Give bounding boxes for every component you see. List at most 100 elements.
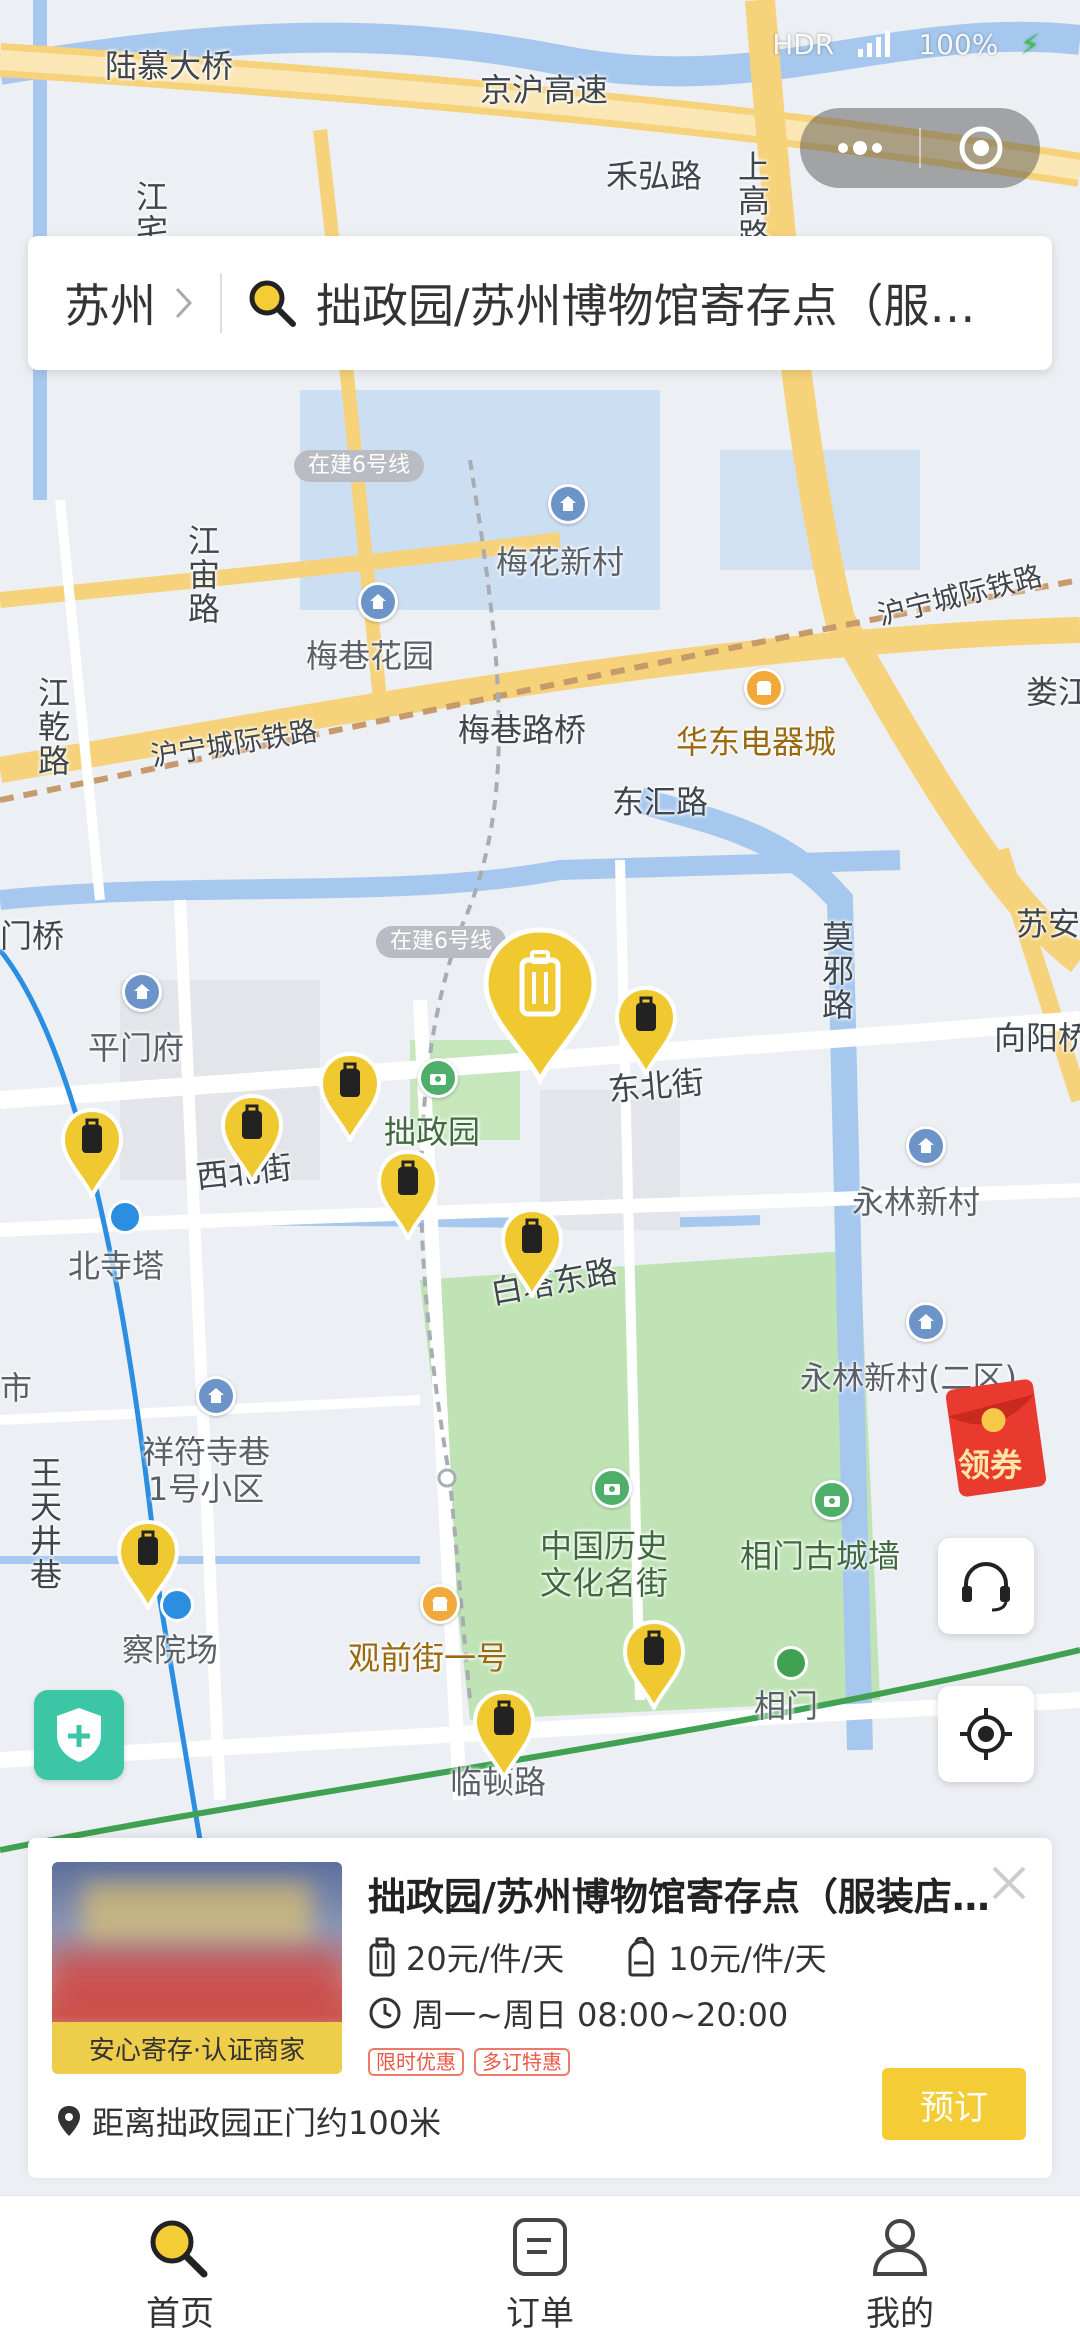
order-icon (513, 2218, 567, 2276)
distance-info: 距离拙政园正门约100米 (56, 2098, 441, 2144)
certified-badge: 安心寄存·认证商家 (52, 2022, 342, 2074)
location-pin-icon (58, 2106, 80, 2136)
chevron-right-icon (175, 287, 193, 319)
map-label: 苏安 (1016, 905, 1080, 943)
promo-tag: 多订特惠 (474, 2048, 570, 2076)
bag-price-text: 10元/件/天 (668, 1940, 827, 1978)
promo-tag: 限时优惠 (368, 2048, 464, 2076)
map-label: 陆慕大桥 (105, 47, 234, 85)
coupon-button[interactable]: 领券 (944, 1370, 1054, 1500)
close-miniprogram-button[interactable] (921, 108, 1040, 188)
map-label: 向阳桥 (994, 1019, 1080, 1057)
map-label: 梅巷花园 (306, 637, 435, 675)
search-icon (150, 2220, 208, 2278)
luggage-pin-icon[interactable] (472, 1690, 536, 1780)
search-bar: 苏州 拙政园/苏州博物馆寄存点（服装店内） (28, 236, 1052, 370)
shop-poi-icon[interactable] (420, 1584, 460, 1624)
metro-station-icon[interactable] (774, 1646, 808, 1680)
map-label: 祥符寺巷 1号小区 (142, 1433, 271, 1508)
map-label: 平门府 (88, 1029, 185, 1067)
business-hours-text: 周一~周日 08:00~20:00 (412, 1996, 789, 2034)
luggage-pin-icon[interactable] (60, 1108, 124, 1198)
tab-orders[interactable]: 订单 (360, 2196, 720, 2340)
scenic-poi-icon[interactable] (418, 1058, 458, 1098)
signal-icon (858, 30, 891, 57)
miniprogram-capsule (800, 108, 1040, 188)
map-label: 梅巷路桥 (458, 711, 587, 749)
luggage-price-text: 20元/件/天 (406, 1940, 565, 1978)
map-label: 禾弘路 (606, 157, 703, 195)
coupon-label: 领券 (958, 1446, 1023, 1484)
customer-service-button[interactable] (938, 1538, 1034, 1634)
tab-orders-label: 订单 (506, 2294, 574, 2334)
scenic-poi-icon[interactable] (592, 1468, 632, 1508)
city-selector[interactable]: 苏州 (28, 270, 194, 336)
close-icon[interactable] (984, 1858, 1034, 1908)
map-label: 娄江 (1026, 673, 1080, 711)
map-label: 东汇路 (612, 783, 709, 821)
residential-poi-icon[interactable] (358, 582, 398, 622)
storage-point-card[interactable]: 安心寄存·认证商家 拙政园/苏州博物馆寄存点（服装店内） 20元/件/天 10元… (28, 1838, 1052, 2178)
backpack-icon (628, 1937, 654, 1977)
suitcase-icon (369, 1937, 395, 1977)
residential-poi-icon[interactable] (548, 484, 588, 524)
storage-point-title: 拙政园/苏州博物馆寄存点（服装店内） (368, 1875, 1008, 1919)
tab-profile[interactable]: 我的 (720, 2196, 1080, 2340)
luggage-pin-icon[interactable] (500, 1208, 564, 1298)
more-dots-icon (837, 141, 882, 155)
shield-plus-icon (57, 1708, 101, 1762)
luggage-pin-icon[interactable] (116, 1520, 180, 1610)
status-bar: HDR 100% ⚡ (772, 28, 1040, 61)
map-label: 江宙路 (183, 524, 221, 626)
hdr-indicator: HDR (772, 28, 835, 61)
luggage-pin-icon[interactable] (318, 1052, 382, 1142)
map-label: 市 (0, 1369, 33, 1407)
luggage-pin-icon[interactable] (622, 1620, 686, 1710)
metro-station-icon[interactable] (108, 1200, 142, 1234)
city-name: 苏州 (64, 279, 156, 333)
luggage-price: 20元/件/天 (368, 1934, 564, 1980)
bag-price: 10元/件/天 (624, 1934, 827, 1980)
luggage-pin-icon[interactable] (614, 986, 678, 1076)
locate-button[interactable] (938, 1686, 1034, 1782)
price-row: 20元/件/天 10元/件/天 (368, 1934, 827, 1980)
promo-tags: 限时优惠 多订特惠 (368, 2048, 570, 2076)
map-chip-line6: 在建6号线 (294, 450, 424, 482)
target-circle-icon (959, 126, 1002, 170)
residential-poi-icon[interactable] (196, 1376, 236, 1416)
bottom-tab-bar: 首页 订单 我的 (0, 2195, 1080, 2340)
luggage-pin-icon[interactable] (220, 1094, 284, 1184)
clock-icon (369, 1997, 401, 2029)
user-icon (872, 2219, 928, 2276)
charging-icon: ⚡ (1020, 28, 1040, 61)
map-label: 华东电器城 (676, 723, 837, 761)
map-label: 相门古城墙 (740, 1537, 901, 1575)
more-button[interactable] (800, 108, 919, 188)
tab-home-label: 首页 (146, 2294, 214, 2334)
shop-poi-icon[interactable] (744, 668, 784, 708)
map-label: 察院场 (122, 1631, 219, 1669)
residential-poi-icon[interactable] (122, 972, 162, 1012)
distance-text: 距离拙政园正门约100米 (92, 2104, 442, 2142)
scenic-poi-icon[interactable] (812, 1480, 852, 1520)
map-label: 京沪高速 (480, 71, 609, 109)
book-button[interactable]: 预订 (882, 2068, 1026, 2140)
headset-icon (962, 1562, 1010, 1612)
map-label: 拙政园 (384, 1113, 481, 1151)
map-label: 江乾路 (33, 676, 71, 778)
luggage-pin-icon[interactable] (376, 1150, 440, 1240)
luggage-pin-selected-icon[interactable] (480, 926, 600, 1086)
map-label: 观前街一号 (348, 1639, 509, 1677)
map-label: 门桥 (0, 917, 65, 955)
business-hours: 周一~周日 08:00~20:00 (368, 1990, 788, 2036)
tab-home[interactable]: 首页 (0, 2196, 360, 2340)
residential-poi-icon[interactable] (906, 1126, 946, 1166)
battery-level: 100% (918, 28, 999, 61)
map-label: 中国历史 文化名街 (540, 1527, 669, 1602)
search-input[interactable]: 拙政园/苏州博物馆寄存点（服装店内） (316, 270, 1016, 336)
safety-shield-button[interactable] (34, 1690, 124, 1780)
residential-poi-icon[interactable] (906, 1302, 946, 1342)
map-label: 相门 (754, 1687, 819, 1725)
map-label: 莫邪路 (817, 920, 855, 1022)
map-label: 王天井巷 (25, 1456, 63, 1592)
